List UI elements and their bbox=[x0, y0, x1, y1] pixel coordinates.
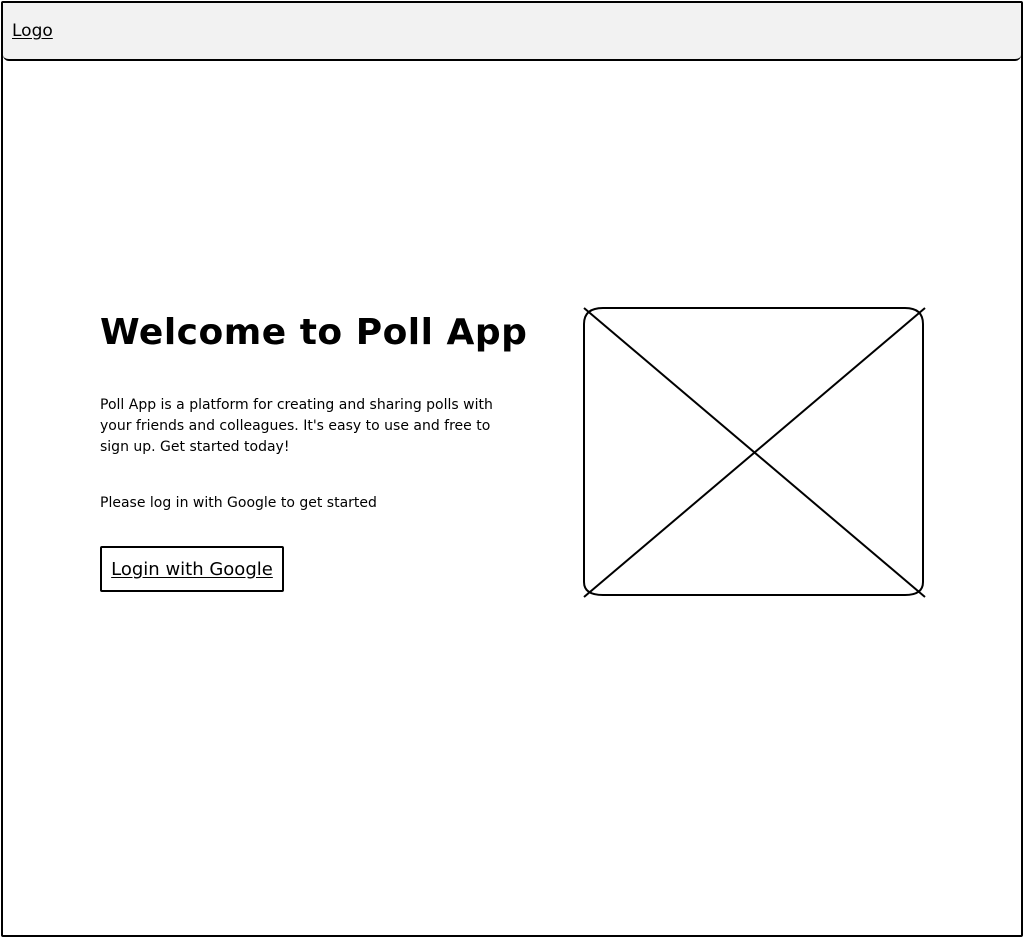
intro-description: Poll App is a platform for creating and … bbox=[100, 397, 493, 455]
app-window: Logo Welcome to Poll App Poll App is a p… bbox=[1, 1, 1023, 937]
login-with-google-button[interactable]: Login with Google bbox=[100, 546, 284, 592]
logo-link[interactable]: Logo bbox=[12, 23, 53, 40]
page-title: Welcome to Poll App bbox=[100, 312, 528, 353]
top-bar: Logo bbox=[3, 3, 1021, 61]
image-placeholder-icon bbox=[583, 307, 926, 598]
login-prompt: Please log in with Google to get started bbox=[100, 495, 377, 511]
